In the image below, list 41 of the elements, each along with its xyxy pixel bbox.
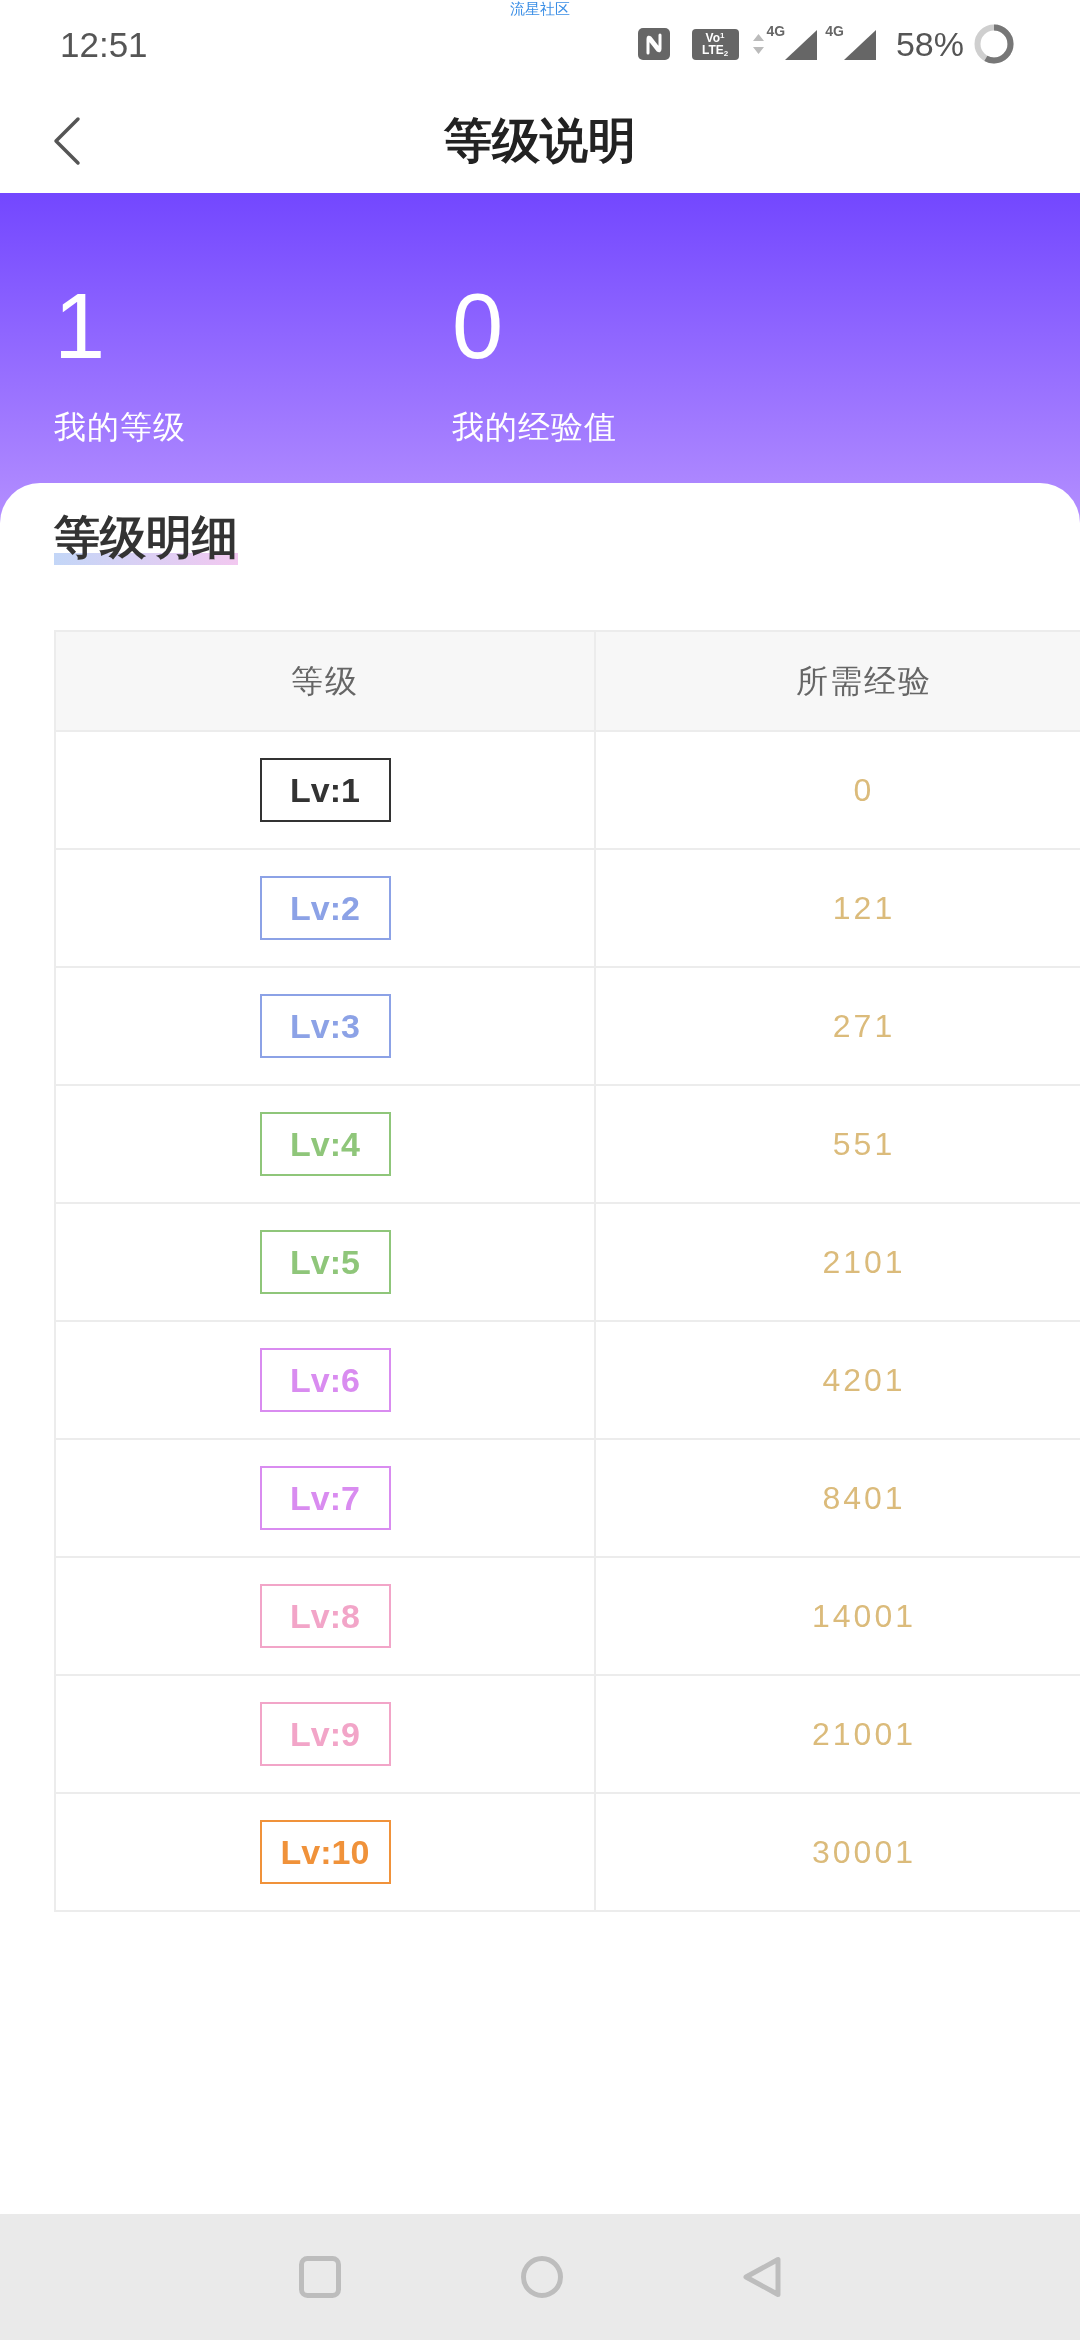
level-badge: Lv:5 — [259, 1230, 391, 1295]
level-badge: Lv:8 — [259, 1584, 391, 1649]
exp-value: 121 — [832, 890, 896, 927]
exp-value: 8401 — [822, 1480, 906, 1517]
signal-icon — [785, 30, 818, 60]
carrier-label: 流星社区 — [510, 0, 570, 18]
level-badge: Lv:6 — [259, 1348, 391, 1413]
status-time: 12:51 — [60, 26, 148, 62]
signal-icon — [843, 30, 876, 60]
level-badge: Lv:3 — [259, 994, 391, 1059]
exp-value: 30001 — [812, 1834, 916, 1871]
level-badge: Lv:4 — [259, 1112, 391, 1177]
exp-value: 21001 — [812, 1716, 916, 1753]
stat-value: 1 — [54, 280, 107, 372]
level-badge: Lv:1 — [259, 758, 391, 823]
nfc-icon — [637, 28, 670, 60]
battery-percent: 58% — [895, 27, 964, 61]
page-title: 等级说明 — [443, 112, 637, 169]
exp-value: 14001 — [812, 1598, 916, 1635]
exp-value: 2101 — [822, 1244, 906, 1281]
exp-value: 0 — [853, 772, 875, 809]
level-badge: Lv:7 — [259, 1466, 391, 1531]
stat-label: 我的等级 — [54, 408, 187, 446]
exp-value: 551 — [832, 1126, 896, 1163]
network-label: 4G — [825, 24, 844, 38]
level-badge: Lv:10 — [259, 1820, 391, 1885]
stat-label: 我的经验值 — [452, 408, 618, 446]
level-badge: Lv:2 — [259, 876, 391, 941]
network-label: 4G — [766, 24, 786, 38]
exp-value: 271 — [832, 1008, 896, 1045]
square-icon[interactable] — [299, 2256, 341, 2298]
back-icon[interactable] — [52, 115, 82, 166]
level-badge: Lv:9 — [259, 1702, 391, 1767]
circle-icon[interactable] — [521, 2256, 563, 2298]
battery-ring-icon — [974, 24, 1014, 64]
exp-value: 4201 — [822, 1362, 906, 1399]
column-header: 所需经验 — [595, 631, 1080, 732]
column-header: 等级 — [55, 631, 595, 732]
back-triangle-icon[interactable] — [743, 2256, 781, 2298]
stat-value: 0 — [452, 280, 505, 372]
volte-badge: Vo$^{1}$ LTE$_{2}$ — [691, 28, 739, 60]
